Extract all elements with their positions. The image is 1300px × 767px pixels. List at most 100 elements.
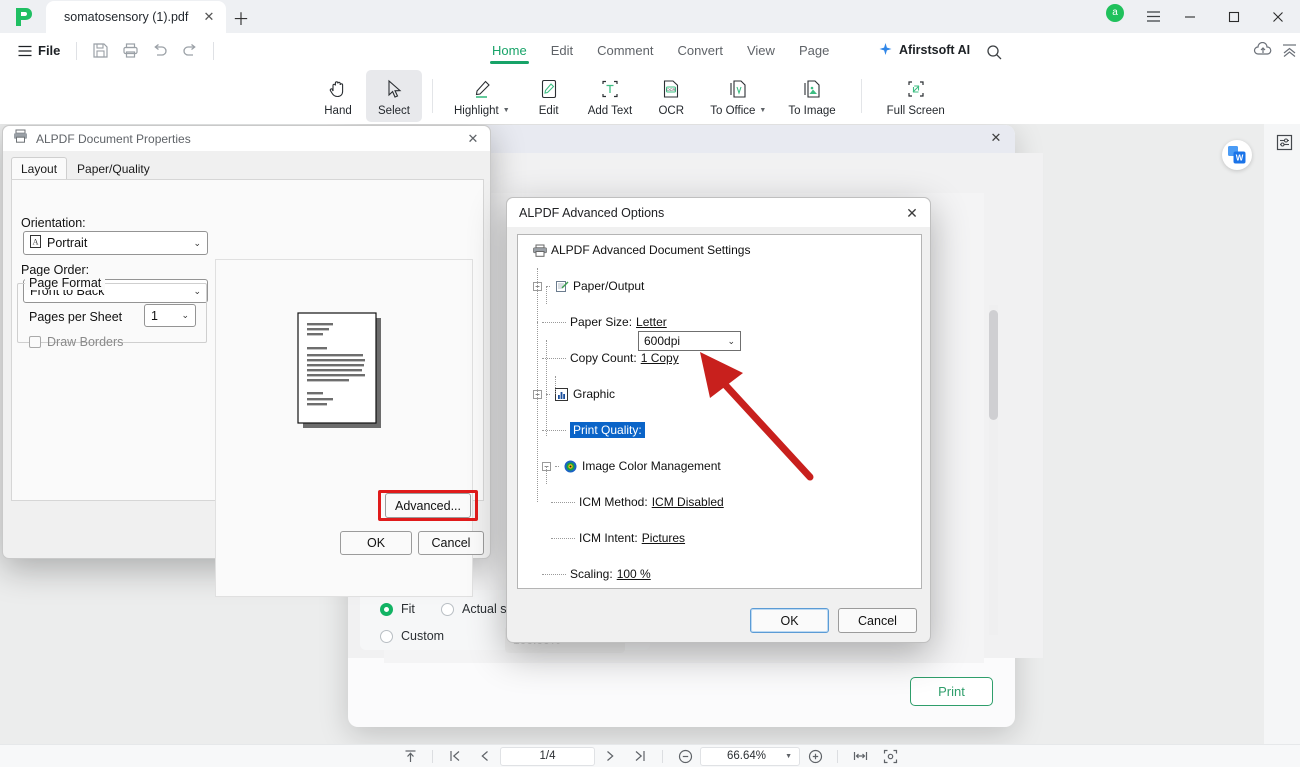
hand-icon (327, 76, 349, 102)
scroll-to-top-icon[interactable] (395, 745, 425, 767)
tree-value[interactable]: Pictures (642, 531, 685, 545)
tab-convert[interactable]: Convert (665, 36, 735, 66)
print-button[interactable]: Print (910, 677, 993, 706)
close-icon[interactable]: ✕ (903, 204, 921, 222)
tool-label: OCR (658, 104, 685, 117)
zoom-out-icon[interactable] (670, 745, 700, 767)
tree-value[interactable]: 1 Copy (641, 351, 679, 365)
tree-node-icm-method[interactable]: ICM Method: ICM Disabled (551, 493, 809, 511)
tool-to-office[interactable]: To Office ▼ (699, 70, 777, 122)
print-icon[interactable] (115, 38, 145, 64)
print-quality-value: 600dpi (644, 334, 681, 348)
tree-node-copy-count[interactable]: Copy Count: 1 Copy (542, 349, 800, 367)
tab-home[interactable]: Home (480, 36, 539, 66)
orientation-select[interactable]: A Portrait ⌄ (23, 231, 208, 255)
fit-page-icon[interactable] (875, 745, 905, 767)
cloud-upload-icon[interactable] (1253, 41, 1273, 60)
account-avatar[interactable]: a (1106, 3, 1124, 22)
tool-edit[interactable]: Edit (521, 70, 577, 122)
radio-indicator (380, 629, 393, 643)
fit-width-icon[interactable] (845, 745, 875, 767)
portrait-page-icon: A (30, 235, 41, 251)
properties-panel-icon[interactable] (1275, 133, 1294, 152)
draw-borders-label: Draw Borders (47, 335, 124, 349)
last-page-icon[interactable] (625, 745, 655, 767)
status-bar: 1/4 66.64% ▼ (0, 744, 1300, 767)
tree-node-root[interactable]: ALPDF Advanced Document Settings (524, 241, 782, 259)
page-order-label: Page Order: (21, 263, 90, 277)
properties-cancel-button[interactable]: Cancel (418, 531, 484, 555)
hamburger-menu-icon[interactable] (1138, 0, 1168, 33)
first-page-icon[interactable] (440, 745, 470, 767)
sparkle-icon (879, 43, 892, 55)
tool-label: Hand (324, 104, 352, 117)
tab-comment[interactable]: Comment (585, 36, 665, 66)
tool-highlight[interactable]: Highlight ▼ (443, 70, 521, 122)
undo-icon[interactable] (145, 38, 175, 64)
file-menu-button[interactable]: File (10, 40, 68, 61)
tab-edit[interactable]: Edit (539, 36, 585, 66)
tool-hand[interactable]: Hand (310, 70, 366, 122)
close-icon[interactable]: ✕ (200, 8, 218, 26)
radio-fit[interactable]: Fit (380, 602, 415, 616)
tree-value[interactable]: 100 % (617, 567, 651, 581)
page-number-input[interactable]: 1/4 (500, 746, 595, 766)
orientation-label: Orientation: (21, 216, 86, 230)
document-tab[interactable]: somatosensory (1).pdf ✕ (46, 1, 226, 33)
properties-dialog-titlebar: ALPDF Document Properties ✕ (3, 126, 490, 151)
chevron-down-icon: ▼ (502, 107, 510, 114)
save-icon[interactable] (85, 38, 115, 64)
tree-node-print-quality[interactable]: Print Quality: (542, 421, 800, 439)
tree-label: Copy Count: (570, 351, 637, 365)
chevron-down-icon: ⌄ (727, 335, 735, 346)
tree-node-paper-size[interactable]: Paper Size: Letter (542, 313, 800, 331)
new-tab-button[interactable]: ＋ (226, 1, 256, 33)
close-icon[interactable]: ✕ (464, 130, 482, 148)
graphic-icon (554, 387, 569, 401)
tool-to-image[interactable]: To Image (777, 70, 846, 122)
maximize-icon[interactable] (1212, 0, 1256, 33)
tab-page[interactable]: Page (787, 36, 841, 66)
advanced-button[interactable]: Advanced... (385, 493, 471, 518)
radio-label: Custom (401, 629, 445, 643)
tree-node-scaling[interactable]: Scaling: 100 % (542, 565, 800, 583)
advanced-ok-button[interactable]: OK (750, 608, 829, 633)
tree-value[interactable]: ICM Disabled (652, 495, 724, 509)
tree-node-paper-output[interactable]: − Paper/Output (533, 277, 791, 295)
advanced-dialog-title: ALPDF Advanced Options (519, 205, 665, 220)
afirstsoft-ai-button[interactable]: Afirstsoft AI (878, 42, 970, 57)
radio-indicator (441, 602, 454, 616)
tool-ocr[interactable]: OCR OCR (643, 70, 699, 122)
previous-page-icon[interactable] (470, 745, 500, 767)
zoom-level-select[interactable]: 66.64% ▼ (700, 746, 800, 766)
right-rail (1264, 124, 1300, 744)
tree-node-graphic[interactable]: − Graphic (533, 385, 791, 403)
close-icon[interactable]: ✕ (987, 129, 1005, 147)
tree-value[interactable]: Letter (636, 315, 667, 329)
tab-view[interactable]: View (735, 36, 787, 66)
pages-per-sheet-select[interactable]: 1 ⌄ (144, 304, 196, 327)
zoom-in-icon[interactable] (800, 745, 830, 767)
advanced-settings-tree[interactable]: ALPDF Advanced Document Settings − Paper… (517, 234, 922, 589)
tool-full-screen[interactable]: Full Screen (876, 70, 956, 122)
minimize-icon[interactable] (1168, 0, 1212, 33)
close-icon[interactable] (1256, 0, 1300, 33)
color-target-icon (563, 459, 578, 473)
highlighter-pen-icon (471, 76, 493, 102)
next-page-icon[interactable] (595, 745, 625, 767)
tool-add-text[interactable]: Add Text (577, 70, 644, 122)
radio-custom[interactable]: Custom (380, 629, 444, 643)
draw-borders-checkbox[interactable]: Draw Borders (29, 335, 123, 349)
tree-node-icm-intent[interactable]: ICM Intent: Pictures (551, 529, 809, 547)
search-icon[interactable] (986, 44, 1004, 62)
redo-icon[interactable] (175, 38, 205, 64)
print-quality-select[interactable]: 600dpi ⌄ (638, 331, 741, 351)
tool-select[interactable]: Select (366, 70, 422, 122)
collapse-ribbon-icon[interactable] (1281, 42, 1299, 60)
print-dialog-scroll-thumb[interactable] (989, 310, 998, 420)
tree-node-image-color-management[interactable]: − Image Color Management (542, 457, 800, 475)
checkbox-indicator (29, 336, 41, 348)
advanced-cancel-button[interactable]: Cancel (838, 608, 917, 633)
properties-ok-button[interactable]: OK (340, 531, 412, 555)
pdf-to-word-icon[interactable]: W (1222, 140, 1252, 170)
